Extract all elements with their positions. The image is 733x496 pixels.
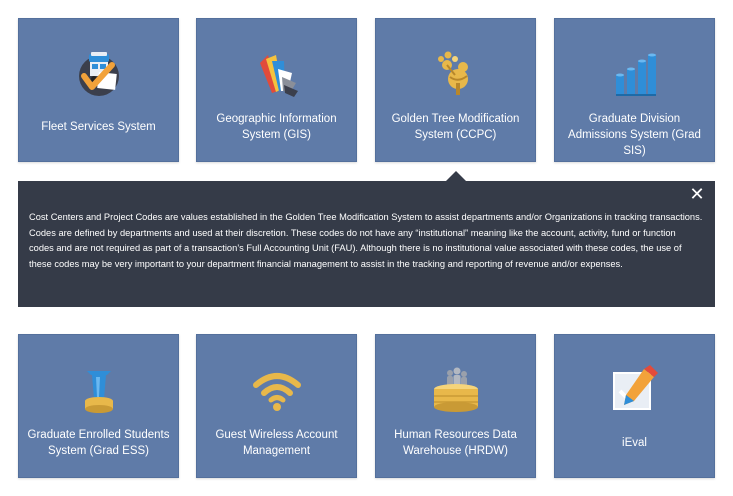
tile-geographic-information-system[interactable]: Geographic Information System (GIS): [196, 18, 357, 162]
people-database-icon: [431, 365, 481, 415]
tile-label: Geographic Information System (GIS): [216, 113, 337, 141]
color-swatch-fan-icon: [252, 49, 302, 99]
golden-tree-icon: [431, 49, 481, 99]
tile-golden-tree-modification-system[interactable]: Golden Tree Modification System (CCPC): [375, 18, 536, 162]
tile-graduate-division-admissions-system[interactable]: Graduate Division Admissions System (Gra…: [554, 18, 715, 162]
fleet-truck-check-icon: [74, 49, 124, 99]
detail-panel: ✕ Cost Centers and Project Codes are val…: [18, 181, 715, 307]
tile-label: iEval: [622, 437, 647, 449]
bar-cylinders-icon: [610, 49, 660, 99]
tile-label: Graduate Division Admissions System (Gra…: [568, 113, 701, 157]
tile-guest-wireless-account-management[interactable]: Guest Wireless Account Management: [196, 334, 357, 478]
tile-fleet-services-system[interactable]: Fleet Services System: [18, 18, 179, 162]
tile-graduate-enrolled-students-system[interactable]: Graduate Enrolled Students System (Grad …: [18, 334, 179, 478]
tile-label: Human Resources Data Warehouse (HRDW): [394, 429, 517, 457]
tile-label: Fleet Services System: [41, 121, 156, 133]
tile-label: Graduate Enrolled Students System (Grad …: [27, 429, 170, 457]
tile-label: Guest Wireless Account Management: [215, 429, 338, 457]
graduate-cap-icon: [74, 365, 124, 415]
panel-pointer: [446, 171, 466, 181]
panel-description: Cost Centers and Project Codes are value…: [29, 212, 703, 269]
pencil-checkbox-icon: [610, 365, 660, 415]
tile-ieval[interactable]: iEval: [554, 334, 715, 478]
wifi-icon: [252, 365, 302, 415]
tile-label: Golden Tree Modification System (CCPC): [391, 113, 520, 141]
close-icon[interactable]: ✕: [689, 186, 705, 204]
tile-human-resources-data-warehouse[interactable]: Human Resources Data Warehouse (HRDW): [375, 334, 536, 478]
